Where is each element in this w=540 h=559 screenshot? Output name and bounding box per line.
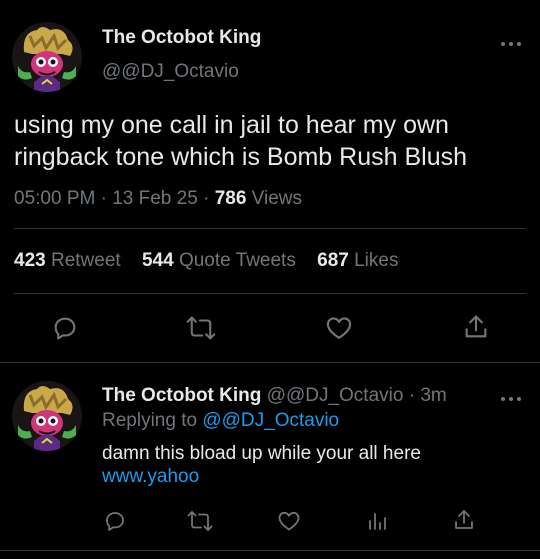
replying-to: Replying to @@DJ_Octavio xyxy=(102,410,339,432)
octobot-avatar-icon xyxy=(12,381,82,451)
quotes-stat[interactable]: 544 Quote Tweets xyxy=(142,250,296,271)
views-label: Views xyxy=(251,188,303,209)
heart-icon[interactable] xyxy=(277,509,301,533)
engagement-stats: 423 Retweet 544 Quote Tweets 687 Likes xyxy=(14,250,414,272)
divider xyxy=(14,293,526,294)
separator: · xyxy=(203,188,210,209)
tweet-time[interactable]: 05:00 PM xyxy=(14,188,95,209)
reply-header: The Octobot King @@DJ_Octavio · 3m xyxy=(102,385,447,407)
time-ago[interactable]: 3m xyxy=(420,385,446,406)
divider xyxy=(0,550,540,551)
analytics-icon[interactable] xyxy=(365,509,389,533)
octobot-avatar-icon xyxy=(12,22,82,92)
more-options-icon[interactable] xyxy=(501,396,521,402)
retweets-label: Retweet xyxy=(50,250,121,271)
reply-tweet[interactable]: The Octobot King @@DJ_Octavio · 3m Reply… xyxy=(0,363,540,559)
share-icon[interactable] xyxy=(462,313,490,341)
retweets-stat[interactable]: 423 Retweet xyxy=(14,250,121,271)
quotes-label: Quote Tweets xyxy=(178,250,296,271)
avatar[interactable] xyxy=(12,22,82,92)
handle[interactable]: @@DJ_Octavio xyxy=(102,61,239,83)
tweet-meta: 05:00 PM · 13 Feb 25 · 786 Views xyxy=(14,188,302,210)
views-count: 786 xyxy=(214,188,247,209)
reply-icon[interactable] xyxy=(51,314,79,342)
reply-text: damn this bload up while your all here xyxy=(102,443,421,464)
display-name[interactable]: The Octobot King xyxy=(102,385,261,406)
share-icon[interactable] xyxy=(452,508,476,532)
reply-url-link[interactable]: www.yahoo xyxy=(102,466,199,488)
likes-count: 687 xyxy=(317,250,349,271)
separator: · xyxy=(100,188,107,209)
likes-stat[interactable]: 687 Likes xyxy=(317,250,398,271)
tweet-date[interactable]: 13 Feb 25 xyxy=(112,188,198,209)
likes-label: Likes xyxy=(354,250,399,271)
main-tweet: The Octobot King @@DJ_Octavio using my o… xyxy=(0,0,540,363)
handle[interactable]: @@DJ_Octavio xyxy=(267,385,404,406)
replying-label: Replying to xyxy=(102,410,198,431)
more-options-icon[interactable] xyxy=(501,41,521,47)
tweet-text: using my one call in jail to hear my own… xyxy=(14,111,468,171)
display-name[interactable]: The Octobot King xyxy=(102,27,261,49)
retweet-icon[interactable] xyxy=(187,509,213,533)
heart-icon[interactable] xyxy=(325,314,353,342)
avatar[interactable] xyxy=(12,381,82,451)
divider xyxy=(14,228,526,229)
reply-icon[interactable] xyxy=(103,509,127,533)
retweets-count: 423 xyxy=(14,250,46,271)
retweet-icon[interactable] xyxy=(186,314,216,342)
separator: · xyxy=(408,385,416,406)
quotes-count: 544 xyxy=(141,250,174,271)
replying-handle-link[interactable]: @@DJ_Octavio xyxy=(202,410,339,431)
